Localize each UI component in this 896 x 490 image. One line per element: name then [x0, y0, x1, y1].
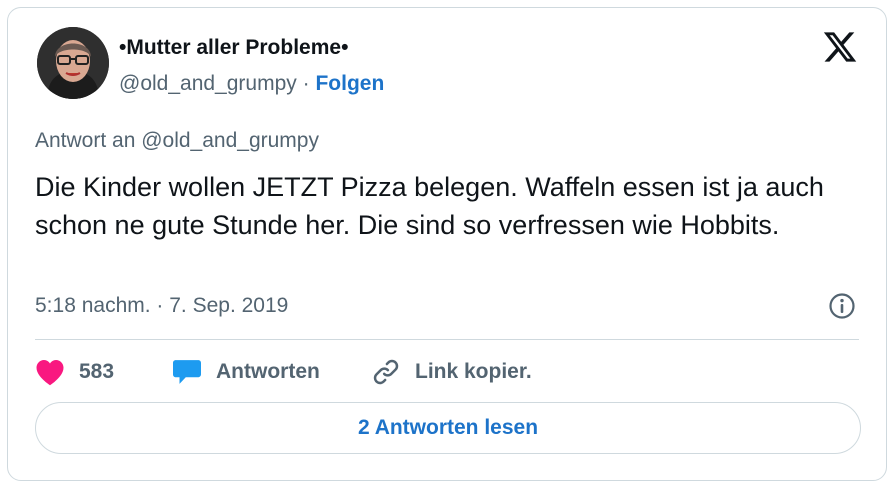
copy-link-label: Link kopier.	[415, 360, 532, 383]
author-display-name[interactable]: •Mutter aller Probleme•	[119, 36, 348, 60]
x-logo-icon[interactable]	[822, 29, 858, 65]
like-count: 583	[79, 360, 115, 383]
reply-label: Antworten	[216, 360, 320, 383]
like-button[interactable]: 583	[35, 355, 114, 389]
link-icon	[373, 359, 399, 385]
separator-dot: ·	[302, 72, 310, 95]
follow-button[interactable]: Folgen	[315, 72, 384, 95]
tweet-card: •Mutter aller Probleme• @old_and_grumpy …	[7, 7, 887, 481]
timestamp-link[interactable]: 5:18 nachm. · 7. Sep. 2019	[35, 294, 288, 318]
author-handle-row: @old_and_grumpy · Folgen	[119, 72, 384, 96]
avatar[interactable]	[37, 27, 109, 99]
read-replies-button[interactable]: 2 Antworten lesen	[35, 402, 861, 454]
copy-link-button[interactable]: Link kopier.	[371, 355, 532, 389]
avatar-image	[37, 27, 109, 99]
tweet-text: Die Kinder wollen JETZT Pizza belegen. W…	[35, 172, 824, 240]
reply-to-label: Antwort an @old_and_grumpy	[35, 129, 319, 152]
heart-icon	[36, 360, 64, 386]
speech-bubble-icon	[173, 360, 201, 384]
info-icon[interactable]	[828, 292, 856, 320]
author-handle[interactable]: @old_and_grumpy	[119, 72, 297, 95]
divider	[35, 339, 859, 340]
reply-button[interactable]: Antworten	[172, 355, 320, 389]
